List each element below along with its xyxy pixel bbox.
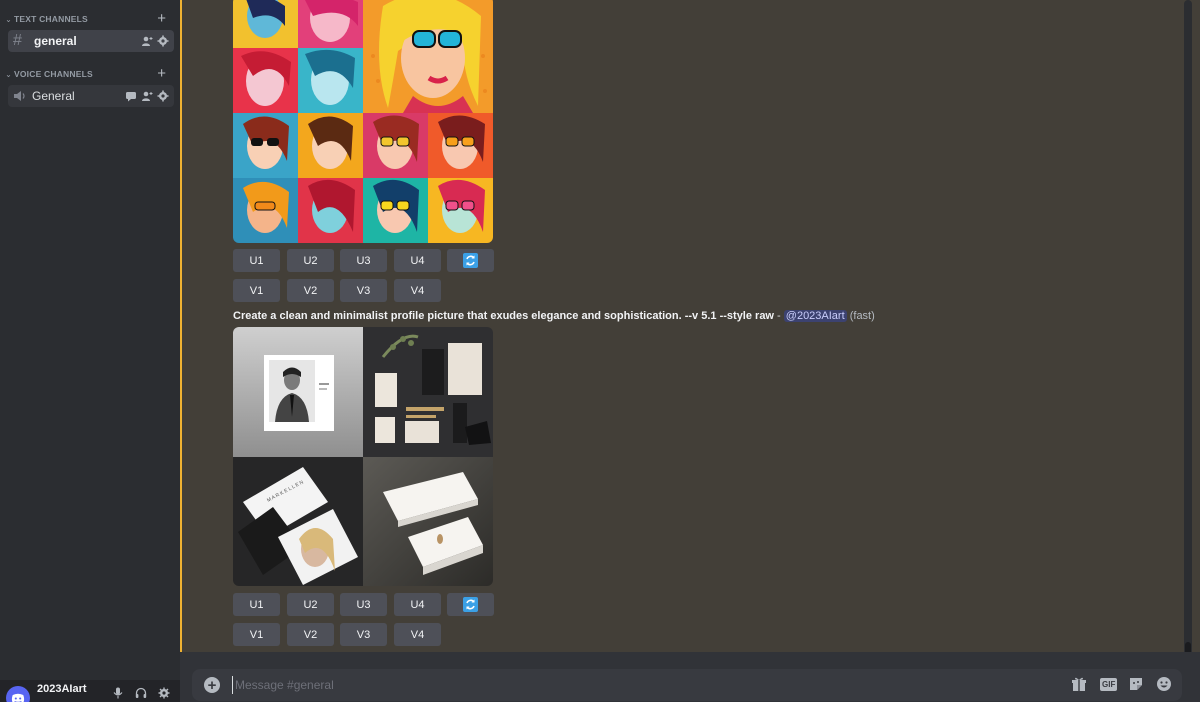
microphone-icon[interactable] bbox=[112, 687, 124, 699]
user-panel: 2023AIart bbox=[0, 680, 180, 702]
sticker-icon[interactable] bbox=[1128, 676, 1144, 692]
gift-icon[interactable] bbox=[1071, 676, 1087, 692]
reroll-button[interactable] bbox=[447, 249, 494, 272]
upscale-3-button[interactable]: U3 bbox=[340, 249, 387, 272]
channel-sidebar: ⌄ TEXT CHANNELS + # general ⌄ VOICE CHAN… bbox=[0, 0, 180, 702]
category-text-channels[interactable]: ⌄ TEXT CHANNELS + bbox=[4, 11, 174, 27]
channel-general-text[interactable]: # general bbox=[8, 30, 174, 52]
variation-2-button[interactable]: V2 bbox=[287, 279, 334, 302]
prompt-separator: - bbox=[774, 310, 784, 322]
invite-icon[interactable] bbox=[141, 90, 153, 102]
gear-icon[interactable] bbox=[157, 90, 169, 102]
pop-art-portraits-image bbox=[233, 0, 493, 243]
upscale-1-button[interactable]: U1 bbox=[233, 249, 280, 272]
channel-label: General bbox=[32, 89, 75, 103]
user-settings-gear-icon[interactable] bbox=[158, 687, 170, 699]
user-mention[interactable]: @2023AIart bbox=[783, 310, 847, 322]
upscale-3-button[interactable]: U3 bbox=[340, 593, 387, 616]
add-attachment-button[interactable]: + bbox=[204, 677, 220, 693]
invite-icon[interactable] bbox=[141, 35, 153, 47]
minimalist-profile-image: M A R K E L L E N bbox=[233, 327, 493, 586]
upscale-2-button[interactable]: U2 bbox=[287, 249, 334, 272]
hash-icon: # bbox=[13, 32, 22, 49]
channel-general-voice[interactable]: General bbox=[8, 85, 174, 107]
avatar[interactable] bbox=[6, 686, 30, 702]
variation-1-button[interactable]: V1 bbox=[233, 279, 280, 302]
category-voice-channels[interactable]: ⌄ VOICE CHANNELS + bbox=[4, 66, 174, 82]
upscale-4-button[interactable]: U4 bbox=[394, 249, 441, 272]
variation-3-button[interactable]: V3 bbox=[340, 279, 387, 302]
create-channel-icon[interactable]: + bbox=[157, 66, 166, 82]
emoji-icon[interactable] bbox=[1156, 676, 1172, 692]
image-grid-minimalist[interactable]: M A R K E L L E N bbox=[233, 327, 493, 586]
channel-label: general bbox=[34, 34, 77, 48]
chevron-down-icon: ⌄ bbox=[5, 69, 12, 79]
refresh-icon bbox=[463, 253, 478, 268]
upscale-4-button[interactable]: U4 bbox=[394, 593, 441, 616]
category-label: VOICE CHANNELS bbox=[14, 69, 93, 79]
scrollbar-track[interactable] bbox=[1184, 0, 1192, 660]
variation-4-button[interactable]: V4 bbox=[394, 279, 441, 302]
variation-3-button[interactable]: V3 bbox=[340, 623, 387, 646]
upscale-1-button[interactable]: U1 bbox=[233, 593, 280, 616]
prompt-text: Create a clean and minimalist profile pi… bbox=[233, 310, 774, 322]
discord-logo-icon bbox=[11, 693, 25, 702]
speaker-icon bbox=[14, 91, 25, 101]
generation-mode: (fast) bbox=[849, 310, 875, 322]
chat-bubble-icon[interactable] bbox=[125, 90, 137, 102]
gif-icon[interactable]: GIF bbox=[1100, 678, 1118, 691]
category-label: TEXT CHANNELS bbox=[14, 14, 88, 24]
message-input[interactable] bbox=[232, 676, 1012, 694]
username: 2023AIart bbox=[37, 683, 87, 695]
message-prompt-line: Create a clean and minimalist profile pi… bbox=[233, 310, 875, 322]
create-channel-icon[interactable]: + bbox=[157, 11, 166, 27]
gear-icon[interactable] bbox=[157, 35, 169, 47]
upscale-2-button[interactable]: U2 bbox=[287, 593, 334, 616]
headphones-icon[interactable] bbox=[135, 687, 147, 699]
reroll-button[interactable] bbox=[447, 593, 494, 616]
refresh-icon bbox=[463, 597, 478, 612]
variation-4-button[interactable]: V4 bbox=[394, 623, 441, 646]
image-grid-pop-art[interactable] bbox=[233, 0, 493, 243]
chevron-down-icon: ⌄ bbox=[5, 14, 12, 24]
variation-2-button[interactable]: V2 bbox=[287, 623, 334, 646]
variation-1-button[interactable]: V1 bbox=[233, 623, 280, 646]
